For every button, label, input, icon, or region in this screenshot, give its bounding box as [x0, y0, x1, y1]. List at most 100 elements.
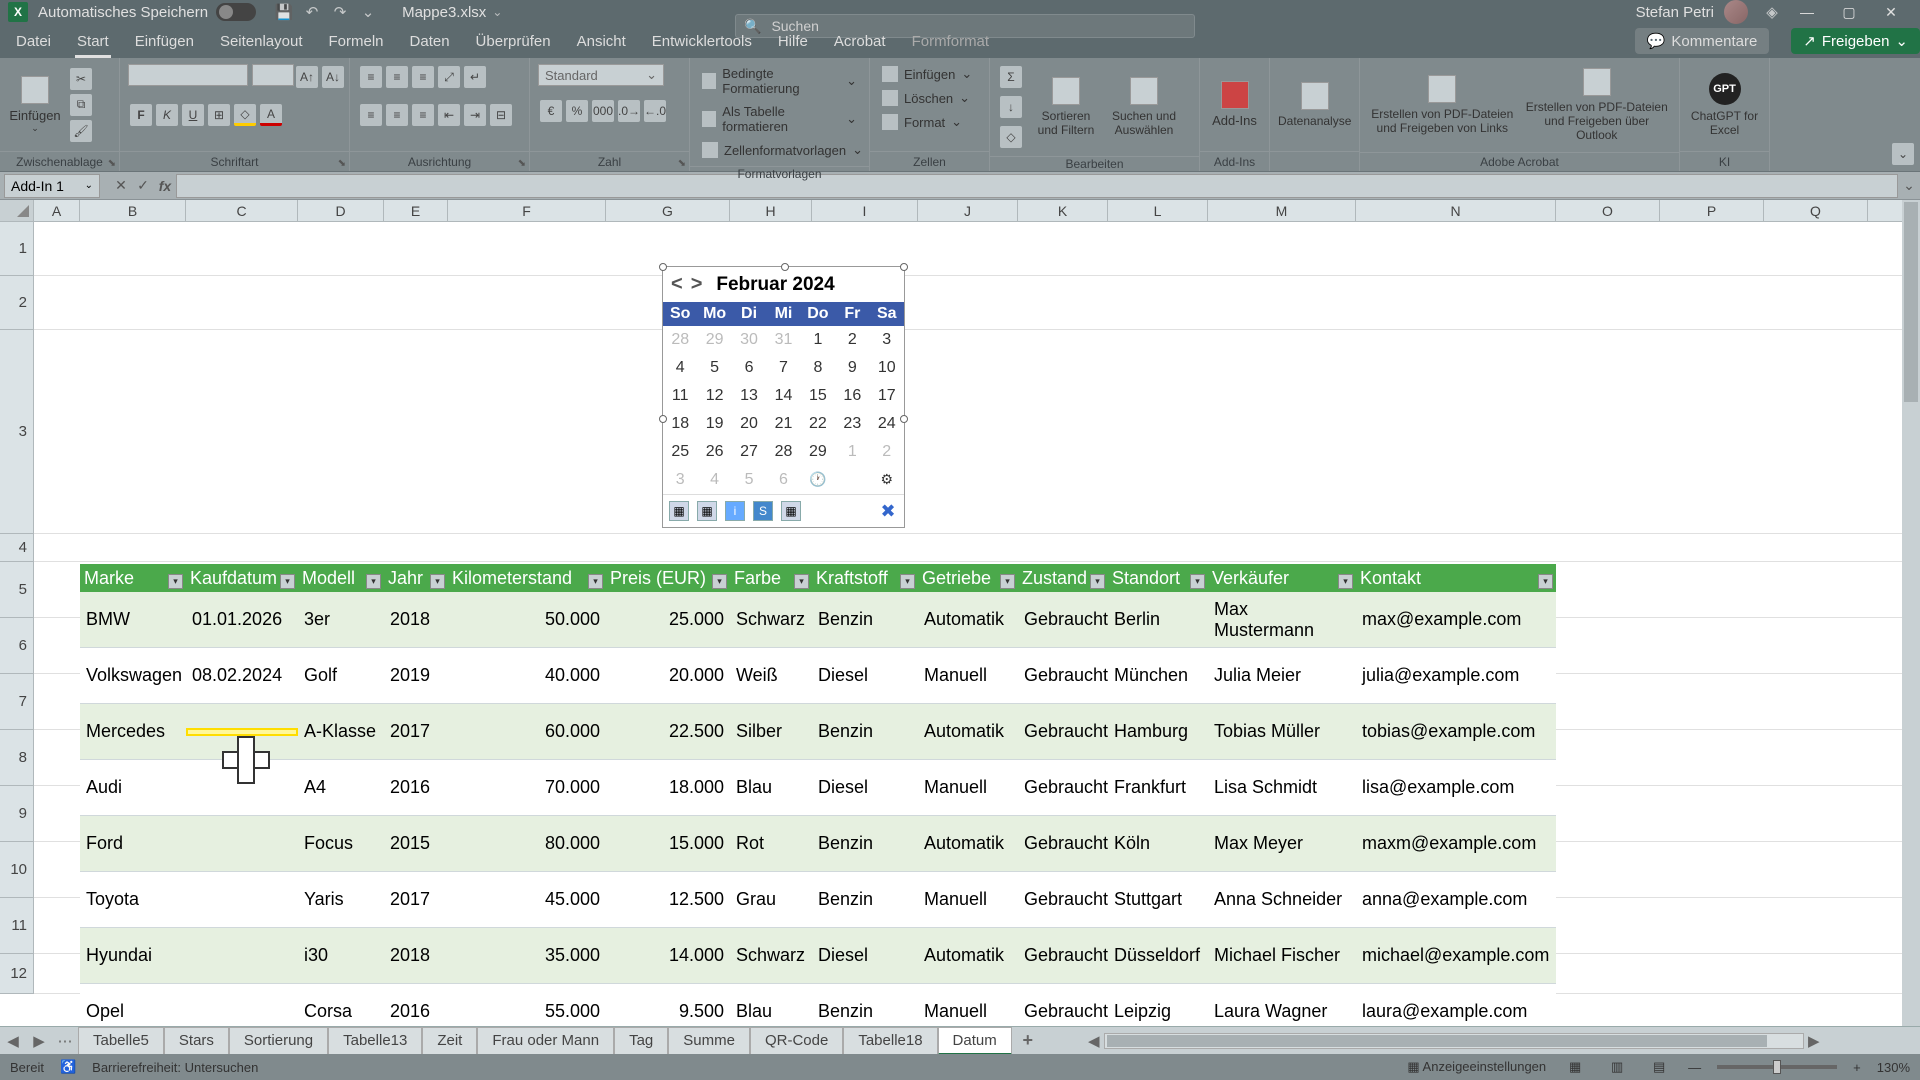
sheet-nav-prev[interactable]: ◀: [0, 1032, 26, 1050]
italic-icon[interactable]: K: [156, 104, 178, 126]
calendar-day[interactable]: ⚙: [870, 466, 904, 494]
cal-cells-icon[interactable]: ▦: [697, 501, 717, 521]
row-header-11[interactable]: 11: [0, 898, 34, 954]
table-cell[interactable]: anna@example.com: [1356, 887, 1556, 912]
table-cell[interactable]: Benzin: [812, 999, 918, 1024]
font-color-icon[interactable]: A: [260, 104, 282, 126]
table-cell[interactable]: 01.01.2026: [186, 607, 298, 632]
col-header-L[interactable]: L: [1108, 200, 1208, 221]
pdf-outlook-button[interactable]: Erstellen von PDF-Dateien und Freigeben …: [1523, 64, 1672, 146]
table-row[interactable]: FordFocus201580.00015.000RotBenzinAutoma…: [80, 816, 1556, 872]
align-middle-icon[interactable]: ≡: [386, 66, 408, 88]
table-cell[interactable]: 2019: [384, 663, 448, 688]
col-header-E[interactable]: E: [384, 200, 448, 221]
table-cell[interactable]: 12.500: [606, 887, 730, 912]
table-cell[interactable]: Rot: [730, 831, 812, 856]
table-cell[interactable]: Leipzig: [1108, 999, 1208, 1024]
resize-handle[interactable]: [900, 415, 908, 423]
bold-icon[interactable]: F: [130, 104, 152, 126]
filter-button[interactable]: ▾: [168, 574, 183, 589]
orientation-icon[interactable]: ⤢: [438, 66, 460, 88]
calendar-day[interactable]: 7: [766, 354, 800, 382]
table-cell[interactable]: 20.000: [606, 663, 730, 688]
table-cell[interactable]: 14.000: [606, 943, 730, 968]
indent-dec-icon[interactable]: ⇤: [438, 104, 460, 126]
table-cell[interactable]: Benzin: [812, 719, 918, 744]
tab-ansicht[interactable]: Ansicht: [575, 29, 628, 54]
table-cell[interactable]: Silber: [730, 719, 812, 744]
table-cell[interactable]: Manuell: [918, 887, 1018, 912]
cal-sel-icon[interactable]: S: [753, 501, 773, 521]
calendar-day[interactable]: 17: [870, 382, 904, 410]
calendar-day[interactable]: 1: [835, 438, 869, 466]
table-row[interactable]: Volkswagen08.02.2024Golf201940.00020.000…: [80, 648, 1556, 704]
col-header-A[interactable]: A: [34, 200, 80, 221]
tab-start[interactable]: Start: [75, 29, 111, 54]
table-cell[interactable]: 2016: [384, 999, 448, 1024]
table-cell[interactable]: julia@example.com: [1356, 663, 1556, 688]
calendar-day[interactable]: 14: [766, 382, 800, 410]
calendar-day[interactable]: 28: [766, 438, 800, 466]
sheet-tab[interactable]: Frau oder Mann: [477, 1027, 614, 1055]
fontsize-select[interactable]: [252, 64, 294, 86]
calendar-day[interactable]: 2: [835, 326, 869, 354]
table-cell[interactable]: Audi: [80, 775, 186, 800]
calendar-day[interactable]: 4: [663, 354, 697, 382]
calendar-day[interactable]: 3: [870, 326, 904, 354]
col-header-F[interactable]: F: [448, 200, 606, 221]
add-sheet-button[interactable]: +: [1012, 1030, 1044, 1051]
grow-font-icon[interactable]: A↑: [296, 66, 318, 88]
calendar-day[interactable]: 13: [732, 382, 766, 410]
worksheet[interactable]: ABCDEFGHIJKLMNOPQ 123456789101112 Marke▾…: [0, 200, 1920, 1030]
col-header-M[interactable]: M: [1208, 200, 1356, 221]
table-cell[interactable]: 22.500: [606, 719, 730, 744]
calendar-day[interactable]: 11: [663, 382, 697, 410]
comma-icon[interactable]: 000: [592, 100, 614, 122]
table-cell[interactable]: Weiß: [730, 663, 812, 688]
percent-icon[interactable]: %: [566, 100, 588, 122]
table-cell[interactable]: Automatik: [918, 607, 1018, 632]
table-cell[interactable]: Michael Fischer: [1208, 943, 1356, 968]
table-cell[interactable]: 2015: [384, 831, 448, 856]
table-cell[interactable]: A4: [298, 775, 384, 800]
row-header-2[interactable]: 2: [0, 276, 34, 330]
resize-handle[interactable]: [900, 263, 908, 271]
table-cell[interactable]: 08.02.2024: [186, 663, 298, 688]
table-cell[interactable]: Volkswagen: [80, 663, 186, 688]
table-cell[interactable]: Gebraucht: [1018, 943, 1108, 968]
table-cell[interactable]: maxm@example.com: [1356, 831, 1556, 856]
table-cell[interactable]: Gebraucht: [1018, 663, 1108, 688]
table-cell[interactable]: tobias@example.com: [1356, 719, 1556, 744]
col-header-P[interactable]: P: [1660, 200, 1764, 221]
zoom-in-button[interactable]: +: [1853, 1060, 1861, 1075]
row-header-12[interactable]: 12: [0, 954, 34, 994]
zoom-level[interactable]: 130%: [1877, 1060, 1910, 1075]
display-settings[interactable]: ▦ Anzeigeeinstellungen: [1407, 1059, 1546, 1075]
share-button[interactable]: ↗Freigeben⌄: [1791, 28, 1920, 54]
calendar-day[interactable]: [835, 466, 869, 494]
table-cell[interactable]: michael@example.com: [1356, 943, 1556, 968]
table-cell[interactable]: [186, 786, 298, 790]
tab-hilfe[interactable]: Hilfe: [776, 29, 810, 54]
table-cell[interactable]: Mercedes: [80, 719, 186, 744]
data-analysis-button[interactable]: Datenanalyse: [1278, 78, 1351, 132]
sheet-tab[interactable]: Tabelle18: [843, 1027, 937, 1055]
qat-customize-icon[interactable]: ⌄: [358, 2, 378, 22]
cal-today-icon[interactable]: ▦: [669, 501, 689, 521]
table-cell[interactable]: Gebraucht: [1018, 775, 1108, 800]
undo-icon[interactable]: ↶: [302, 2, 322, 22]
tab-acrobat[interactable]: Acrobat: [832, 29, 888, 54]
table-cell[interactable]: Anna Schneider: [1208, 887, 1356, 912]
dec-inc-icon[interactable]: .0→: [618, 100, 640, 122]
table-cell[interactable]: Golf: [298, 663, 384, 688]
table-cell[interactable]: Manuell: [918, 663, 1018, 688]
calendar-day[interactable]: 29: [801, 438, 835, 466]
comments-button[interactable]: 💬Kommentare: [1635, 28, 1770, 54]
table-cell[interactable]: BMW: [80, 607, 186, 632]
horizontal-scrollbar[interactable]: [1104, 1033, 1804, 1049]
accessibility-icon[interactable]: ♿: [60, 1059, 76, 1075]
autosum-icon[interactable]: Σ: [1000, 66, 1022, 88]
addins-button[interactable]: Add-Ins: [1208, 77, 1261, 132]
tab-einfuegen[interactable]: Einfügen: [133, 29, 196, 54]
table-cell[interactable]: Stuttgart: [1108, 887, 1208, 912]
